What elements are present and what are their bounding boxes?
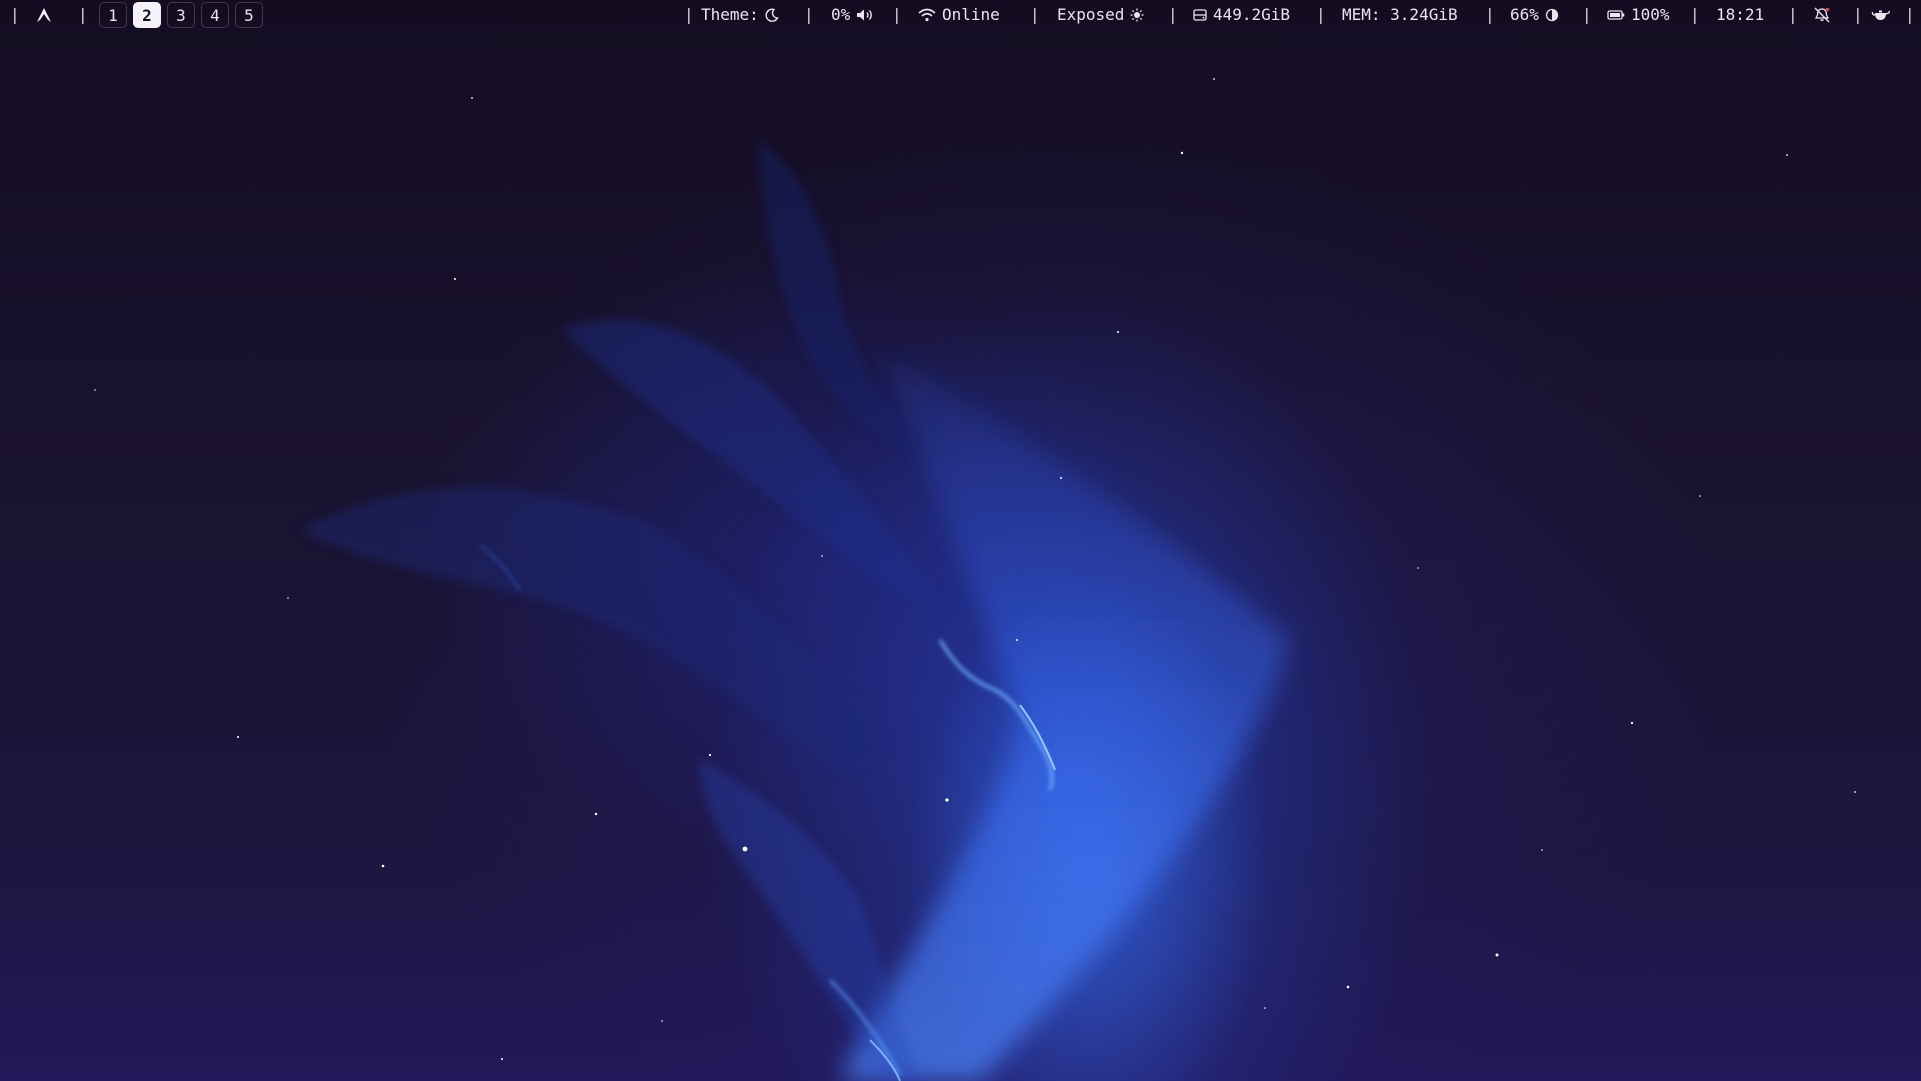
disk-icon — [1193, 8, 1207, 22]
separator: | — [10, 5, 20, 24]
battery-icon — [1607, 9, 1625, 21]
sun-icon — [1130, 8, 1144, 22]
teapot-icon[interactable] — [1871, 7, 1891, 23]
disk-label: 449.2GiB — [1213, 5, 1291, 24]
separator: | — [684, 5, 694, 24]
separator: | — [804, 5, 814, 24]
theme-label: Theme: — [701, 5, 759, 24]
separator: | — [1690, 5, 1700, 24]
network-status[interactable]: Online — [918, 0, 1000, 30]
bell-off-icon[interactable] — [1813, 7, 1831, 23]
separator: | — [1485, 5, 1495, 24]
workspace-button-5[interactable]: 5 — [235, 2, 263, 28]
status-bar: | | 1 2 3 4 5 | Theme: | 0% | Online | E… — [0, 0, 1921, 30]
separator: | — [1788, 5, 1798, 24]
memory-label: MEM: 3.24GiB — [1342, 5, 1458, 24]
workspace-button-3[interactable]: 3 — [167, 2, 195, 28]
volume-control[interactable]: 0% — [831, 0, 874, 30]
arch-logo-icon[interactable] — [36, 7, 52, 23]
separator: | — [1853, 5, 1863, 24]
separator: | — [78, 5, 88, 24]
memory-usage[interactable]: MEM: 3.24GiB — [1342, 0, 1458, 30]
workspace-button-4[interactable]: 4 — [201, 2, 229, 28]
wifi-icon — [918, 8, 936, 22]
separator: | — [1316, 5, 1326, 24]
separator: | — [892, 5, 902, 24]
exposure-label: Exposed — [1057, 5, 1125, 24]
half-circle-icon — [1545, 8, 1559, 22]
nebula-wallpaper-art — [94, 78, 1856, 1081]
speaker-icon — [856, 8, 874, 22]
disk-usage[interactable]: 449.2GiB — [1193, 0, 1290, 30]
volume-level: 0% — [831, 5, 851, 24]
separator: | — [1905, 5, 1915, 24]
separator: | — [1582, 5, 1592, 24]
battery-status[interactable]: 100% — [1607, 0, 1670, 30]
separator: | — [1168, 5, 1178, 24]
battery-level: 100% — [1631, 5, 1670, 24]
workspace-button-1[interactable]: 1 — [99, 2, 127, 28]
exposure-status[interactable]: Exposed — [1057, 0, 1144, 30]
desktop-wallpaper — [0, 0, 1921, 1081]
brightness-control[interactable]: 66% — [1510, 0, 1559, 30]
brightness-level: 66% — [1510, 5, 1539, 24]
moon-icon — [765, 8, 779, 22]
theme-toggle[interactable]: Theme: — [701, 0, 779, 30]
time-label: 18:21 — [1716, 5, 1765, 24]
clock[interactable]: 18:21 — [1716, 0, 1764, 30]
workspace-button-2[interactable]: 2 — [133, 2, 161, 28]
separator: | — [1030, 5, 1040, 24]
network-label: Online — [942, 5, 1000, 24]
